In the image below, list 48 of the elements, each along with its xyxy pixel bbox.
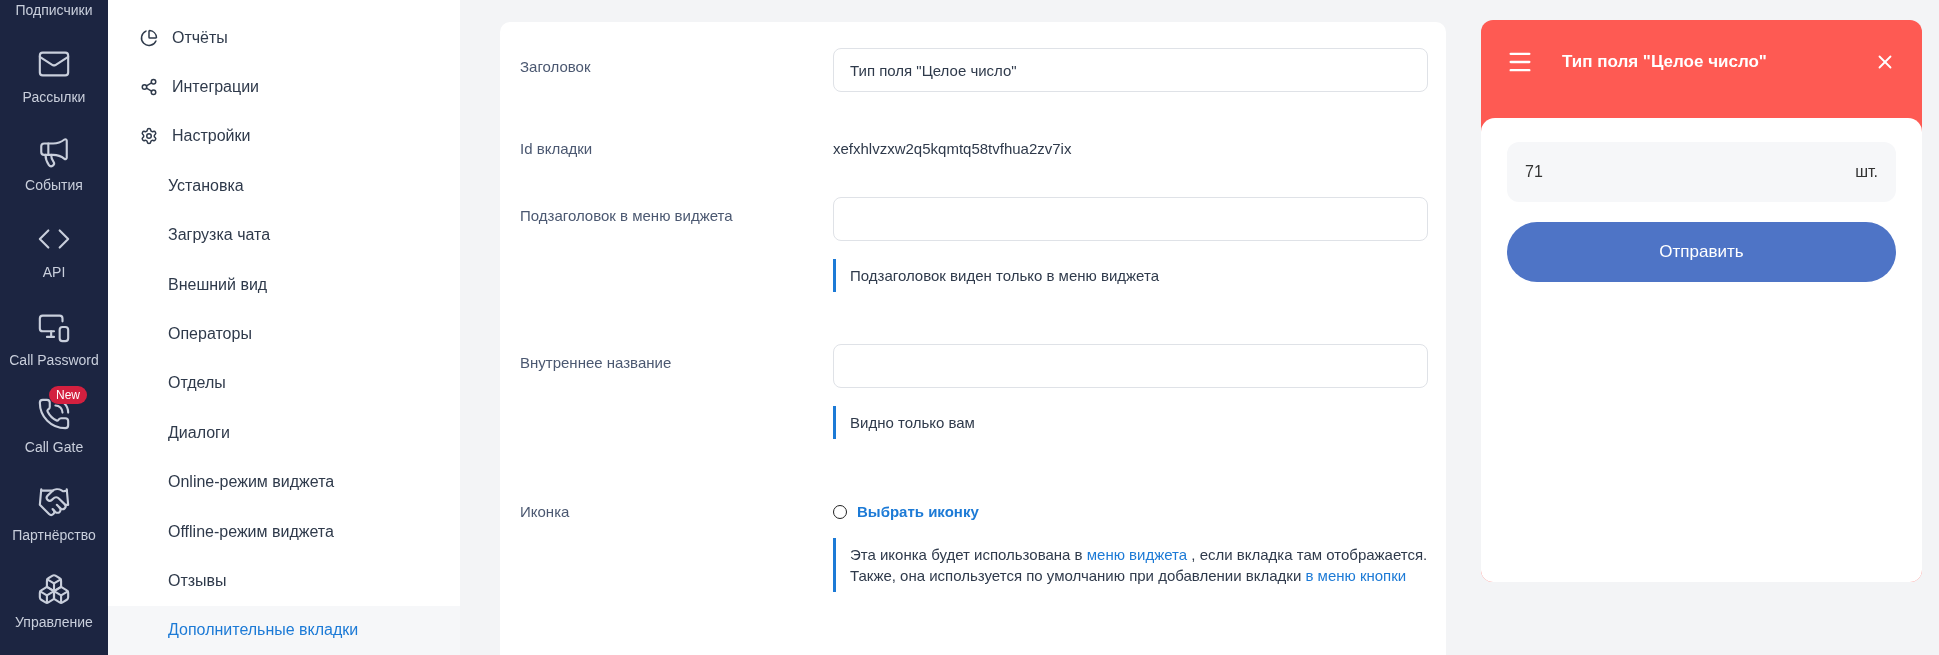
text-link[interactable]: в меню кнопки: [1305, 567, 1407, 584]
field-label: Иконка: [520, 502, 571, 522]
field-label: Заголовок: [520, 57, 592, 77]
menu-item[interactable]: Отзывы: [108, 556, 460, 606]
menu-item[interactable]: Интеграции: [108, 62, 460, 112]
sidebar-label[interactable]: Подписчики: [15, 1, 93, 18]
sidebar-label[interactable]: Рассылки: [22, 89, 86, 105]
boxes-icon[interactable]: [37, 572, 71, 606]
network-icon: [140, 78, 158, 97]
menu-item[interactable]: Online-режим виджета: [108, 457, 460, 507]
menu-item[interactable]: Настройки: [108, 111, 460, 162]
menu-item[interactable]: Загрузка чата: [108, 210, 460, 260]
hint-text: Видно только вам: [850, 413, 976, 433]
menu-item[interactable]: Диалоги: [108, 408, 460, 458]
sidebar-label[interactable]: Call Password: [9, 351, 99, 368]
unit-label: шт.: [1855, 163, 1878, 181]
hint-text: Подзаголовок виден только в меню виджета: [850, 266, 1160, 286]
menu-item[interactable]: Операторы: [108, 309, 460, 359]
text-link[interactable]: меню виджета: [1086, 546, 1188, 563]
choose-icon-link[interactable]: Выбрать иконку: [857, 503, 979, 520]
number-field[interactable]: 71 шт.: [1507, 142, 1896, 202]
phone-icon[interactable]: [37, 397, 71, 431]
submit-button[interactable]: Отправить: [1507, 222, 1896, 282]
sidebar-label[interactable]: Партнёрство: [12, 526, 96, 543]
text-input[interactable]: [833, 197, 1428, 241]
menu-item[interactable]: Внешний вид: [108, 259, 460, 310]
sidebar-label[interactable]: События: [25, 176, 83, 193]
sidebar-label[interactable]: Управление: [15, 614, 93, 630]
field-value: 71: [1525, 163, 1544, 181]
tab-id: xefxhlvzxw2q5kqmtq58tvfhua2zv7ix: [833, 139, 1073, 157]
menu-item[interactable]: Отчёты: [108, 13, 460, 63]
sidebar-label[interactable]: API: [42, 264, 66, 280]
hint-text: Также, она используется по умолчанию при добавлении вкладки в меню кнопки: [850, 566, 1408, 586]
field-label: Внутреннее название: [520, 353, 673, 373]
hint-text: Эта иконка будет использована в меню виджета , если вкладка там отображается.: [850, 545, 1428, 565]
sidebar-label[interactable]: Call Gate: [24, 439, 84, 455]
menu-item[interactable]: Offline-режим виджета: [108, 506, 460, 557]
menu-item[interactable]: Дополнительные вкладки: [108, 605, 460, 655]
menu-item[interactable]: Отделы: [108, 358, 460, 409]
text-input[interactable]: Тип поля "Целое число": [833, 48, 1428, 92]
field-label: Id вкладки: [520, 139, 594, 157]
new-badge: New: [49, 385, 87, 404]
text-input[interactable]: [833, 344, 1428, 388]
settings-icon: [140, 127, 158, 146]
menu-item[interactable]: Установка: [108, 161, 460, 211]
widget-title: Тип поля "Целое число": [1562, 52, 1768, 72]
field-label: Подзаголовок в меню виджета: [520, 206, 734, 226]
pie-chart-icon: [140, 28, 158, 47]
